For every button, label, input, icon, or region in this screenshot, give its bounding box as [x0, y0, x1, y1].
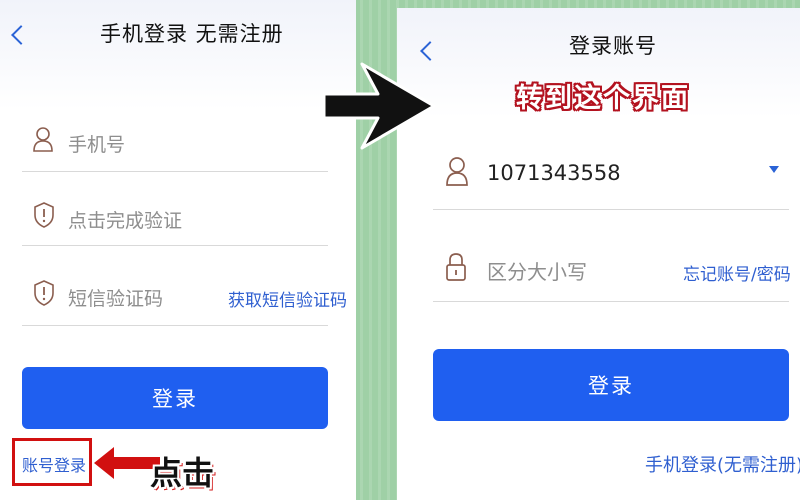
arrow-right-icon: [322, 62, 436, 150]
forgot-account-password-link[interactable]: 忘记账号/密码: [683, 260, 791, 285]
phone-field[interactable]: 手机号: [22, 118, 328, 172]
account-field[interactable]: 1071343558: [433, 146, 789, 210]
page-title: 手机登录 无需注册: [100, 22, 284, 46]
phone-login-link[interactable]: 手机登录(无需注册): [645, 451, 800, 477]
password-field[interactable]: 区分大小写 忘记账号/密码: [433, 240, 791, 302]
login-button[interactable]: 登录: [22, 367, 328, 429]
account-value: 1071343558: [487, 161, 621, 185]
login-button[interactable]: 登录: [433, 349, 789, 421]
account-login-link[interactable]: 账号登录: [22, 452, 86, 476]
shield-icon: [34, 280, 54, 306]
sms-placeholder: 短信验证码: [68, 288, 164, 310]
verify-placeholder: 点击完成验证: [68, 210, 183, 232]
shield-icon: [34, 202, 54, 228]
password-placeholder: 区分大小写: [487, 260, 587, 284]
get-sms-code-link[interactable]: 获取短信验证码: [228, 286, 347, 311]
header-background: [0, 0, 356, 110]
page-title: 登录账号: [569, 34, 657, 58]
user-icon: [33, 127, 53, 152]
caret-down-icon[interactable]: [769, 166, 779, 173]
sms-code-field[interactable]: 短信验证码 获取短信验证码: [22, 270, 347, 326]
user-icon: [446, 157, 468, 186]
goto-annotation: 转到这个界面: [516, 83, 690, 114]
verify-field[interactable]: 点击完成验证: [22, 194, 328, 246]
phone-placeholder: 手机号: [68, 134, 126, 156]
click-annotation: 点击: [150, 454, 215, 492]
phone-login-screen: 手机登录 无需注册 手机号 点击完成验证 短信验证码 获取短信验证码 登录 账号…: [0, 0, 356, 500]
lock-icon: [446, 253, 466, 281]
